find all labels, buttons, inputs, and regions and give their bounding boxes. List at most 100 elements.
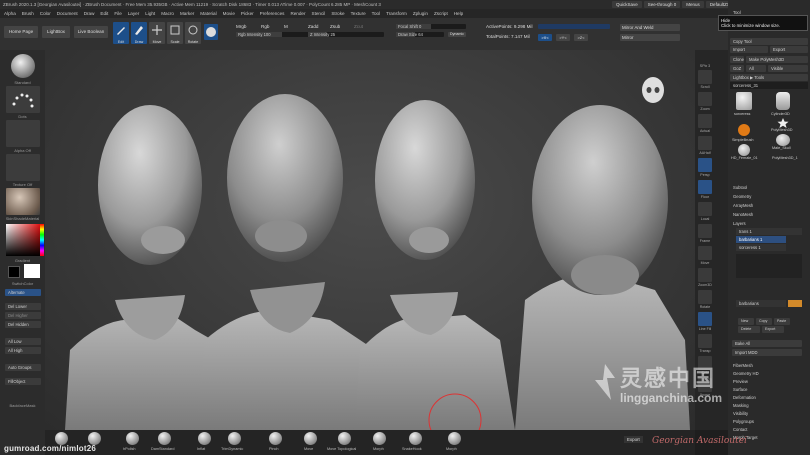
axis-x-button[interactable]: >X<: [538, 34, 552, 41]
menu-macro[interactable]: Macro: [161, 11, 174, 16]
zadd-toggle[interactable]: Zadd: [308, 24, 318, 29]
mirror-button[interactable]: Mirror: [620, 34, 680, 41]
copy-tool-button[interactable]: Copy Tool: [730, 38, 808, 45]
brush-thumbnail[interactable]: [11, 54, 35, 78]
layer-export-button[interactable]: Export: [762, 326, 784, 333]
make-polymesh-button[interactable]: Make PolyMesh3D: [746, 56, 808, 63]
menu-render[interactable]: Render: [290, 11, 305, 16]
layer-name-field[interactable]: barbarians: [736, 300, 786, 307]
see-through-slider[interactable]: See-through 0: [643, 1, 681, 8]
switch-color-label[interactable]: SwitchColor: [0, 281, 45, 286]
arraymesh-section[interactable]: ArrayMesh: [730, 202, 808, 209]
tool-thumb-sorceress[interactable]: [736, 92, 752, 110]
geometry-section[interactable]: Geometry: [730, 193, 808, 200]
zsub-toggle[interactable]: Zsub: [330, 24, 340, 29]
brush-slot-snakehook[interactable]: [409, 432, 422, 445]
local-icon[interactable]: [698, 202, 712, 216]
mrgb-toggle[interactable]: Mrgb: [236, 24, 246, 29]
layer-row-sorceress[interactable]: sorceress 1: [736, 244, 786, 251]
mirror-and-weld-button[interactable]: Mirror And Weld: [620, 24, 680, 31]
bake-all-button[interactable]: Bake All: [732, 340, 802, 347]
export-button[interactable]: Export: [770, 46, 808, 53]
menu-zplugin[interactable]: Zplugin: [413, 11, 428, 16]
all-high-button[interactable]: All High: [5, 347, 41, 354]
layer-paste-button[interactable]: Paste: [774, 318, 790, 325]
focal-shift-slider[interactable]: Focal Shift 0: [396, 24, 466, 29]
menus-button[interactable]: Menus: [682, 1, 704, 8]
layer-copy-button[interactable]: Copy: [756, 318, 772, 325]
menu-marker[interactable]: Marker: [180, 11, 194, 16]
goz-visible-button[interactable]: Visible: [768, 65, 808, 72]
rgb-intensity-slider[interactable]: Rgb Intensity 100: [236, 32, 312, 37]
draw-button[interactable]: Draw: [131, 22, 147, 44]
tool-thumb-polymesh-star[interactable]: [776, 118, 790, 128]
move-view-icon[interactable]: [698, 246, 712, 260]
menu-edit[interactable]: Edit: [100, 11, 108, 16]
menu-file[interactable]: File: [114, 11, 121, 16]
menu-color[interactable]: Color: [40, 11, 51, 16]
menu-help[interactable]: Help: [454, 11, 463, 16]
clone-button[interactable]: Clone: [730, 56, 744, 63]
stroke-thumbnail[interactable]: [6, 86, 40, 113]
goz-button[interactable]: GoZ: [730, 65, 744, 72]
brush-slot-move-topological[interactable]: [338, 432, 351, 445]
current-tool-slider[interactable]: sorceress_31: [730, 82, 808, 89]
alpha-thumbnail[interactable]: [6, 120, 40, 147]
menu-light[interactable]: Light: [145, 11, 155, 16]
alternate-button[interactable]: Alternate: [5, 289, 41, 296]
menu-draw[interactable]: Draw: [84, 11, 95, 16]
contact-section[interactable]: Contact: [730, 426, 808, 433]
del-higher-button[interactable]: Del Higher: [5, 312, 41, 319]
tool-thumb-simplebrush[interactable]: [738, 124, 750, 136]
menu-zscript[interactable]: Zscript: [434, 11, 448, 16]
fill-object-button[interactable]: FillObject: [5, 378, 41, 385]
frame-icon[interactable]: [698, 224, 712, 238]
auto-groups-button[interactable]: Auto Groups: [5, 364, 41, 371]
material-sphere-button[interactable]: [204, 24, 218, 40]
scroll-icon[interactable]: [698, 70, 712, 84]
floor-icon[interactable]: [698, 180, 712, 194]
axis-y-button[interactable]: >Y<: [556, 34, 570, 41]
brush-slot-hpolish[interactable]: [126, 432, 139, 445]
brush-slot-trimdynamic[interactable]: [228, 432, 241, 445]
rgb-toggle[interactable]: Rgb: [261, 24, 269, 29]
nanomesh-section[interactable]: NanoMesh: [730, 211, 808, 218]
menu-layer[interactable]: Layer: [128, 11, 140, 16]
main-color-swatch[interactable]: [24, 264, 40, 278]
menu-picker[interactable]: Picker: [241, 11, 254, 16]
live-boolean-button[interactable]: Live Boolean: [74, 26, 108, 38]
menu-tool[interactable]: Tool: [372, 11, 380, 16]
subtool-section[interactable]: Subtool: [730, 184, 808, 191]
brush-slot-move[interactable]: [304, 432, 317, 445]
del-hidden-button[interactable]: Del Hidden: [5, 321, 41, 328]
layer-delete-button[interactable]: Delete: [738, 326, 760, 333]
m-toggle[interactable]: M: [284, 24, 288, 29]
actual-icon[interactable]: [698, 114, 712, 128]
all-low-button[interactable]: All Low: [5, 338, 41, 345]
spix-setting[interactable]: SPix 3: [695, 64, 715, 68]
menu-movie[interactable]: Movie: [223, 11, 235, 16]
brush-slot-inflat[interactable]: [198, 432, 211, 445]
transp-icon[interactable]: [698, 334, 712, 348]
import-button[interactable]: Import: [730, 46, 768, 53]
axis-z-button[interactable]: >Z<: [574, 34, 588, 41]
menu-texture[interactable]: Texture: [351, 11, 366, 16]
tool-thumb-male-skull[interactable]: [776, 134, 790, 146]
import-mdd-button[interactable]: Import MDD: [732, 349, 802, 356]
brush-slot-morph[interactable]: [373, 432, 386, 445]
draw-size-slider[interactable]: Draw Size 64: [396, 32, 444, 37]
bottom-export-button[interactable]: Export: [624, 436, 643, 443]
dynamic-button[interactable]: Dynamic: [448, 32, 466, 37]
menu-document[interactable]: Document: [57, 11, 78, 16]
hue-strip[interactable]: [40, 224, 44, 256]
home-page-button[interactable]: Home Page: [4, 26, 38, 38]
lightbox-tools-button[interactable]: Lightbox ▶ Tools: [730, 74, 808, 81]
menu-preferences[interactable]: Preferences: [260, 11, 285, 16]
lightbox-button[interactable]: LightBox: [42, 26, 70, 38]
brush-slot-pinch[interactable]: [269, 432, 282, 445]
scale-button[interactable]: Scale: [167, 22, 183, 44]
layers-section[interactable]: Layers: [730, 220, 808, 227]
persp-icon[interactable]: [698, 158, 712, 172]
material-thumbnail[interactable]: [6, 188, 40, 215]
menu-stencil[interactable]: Stencil: [312, 11, 326, 16]
